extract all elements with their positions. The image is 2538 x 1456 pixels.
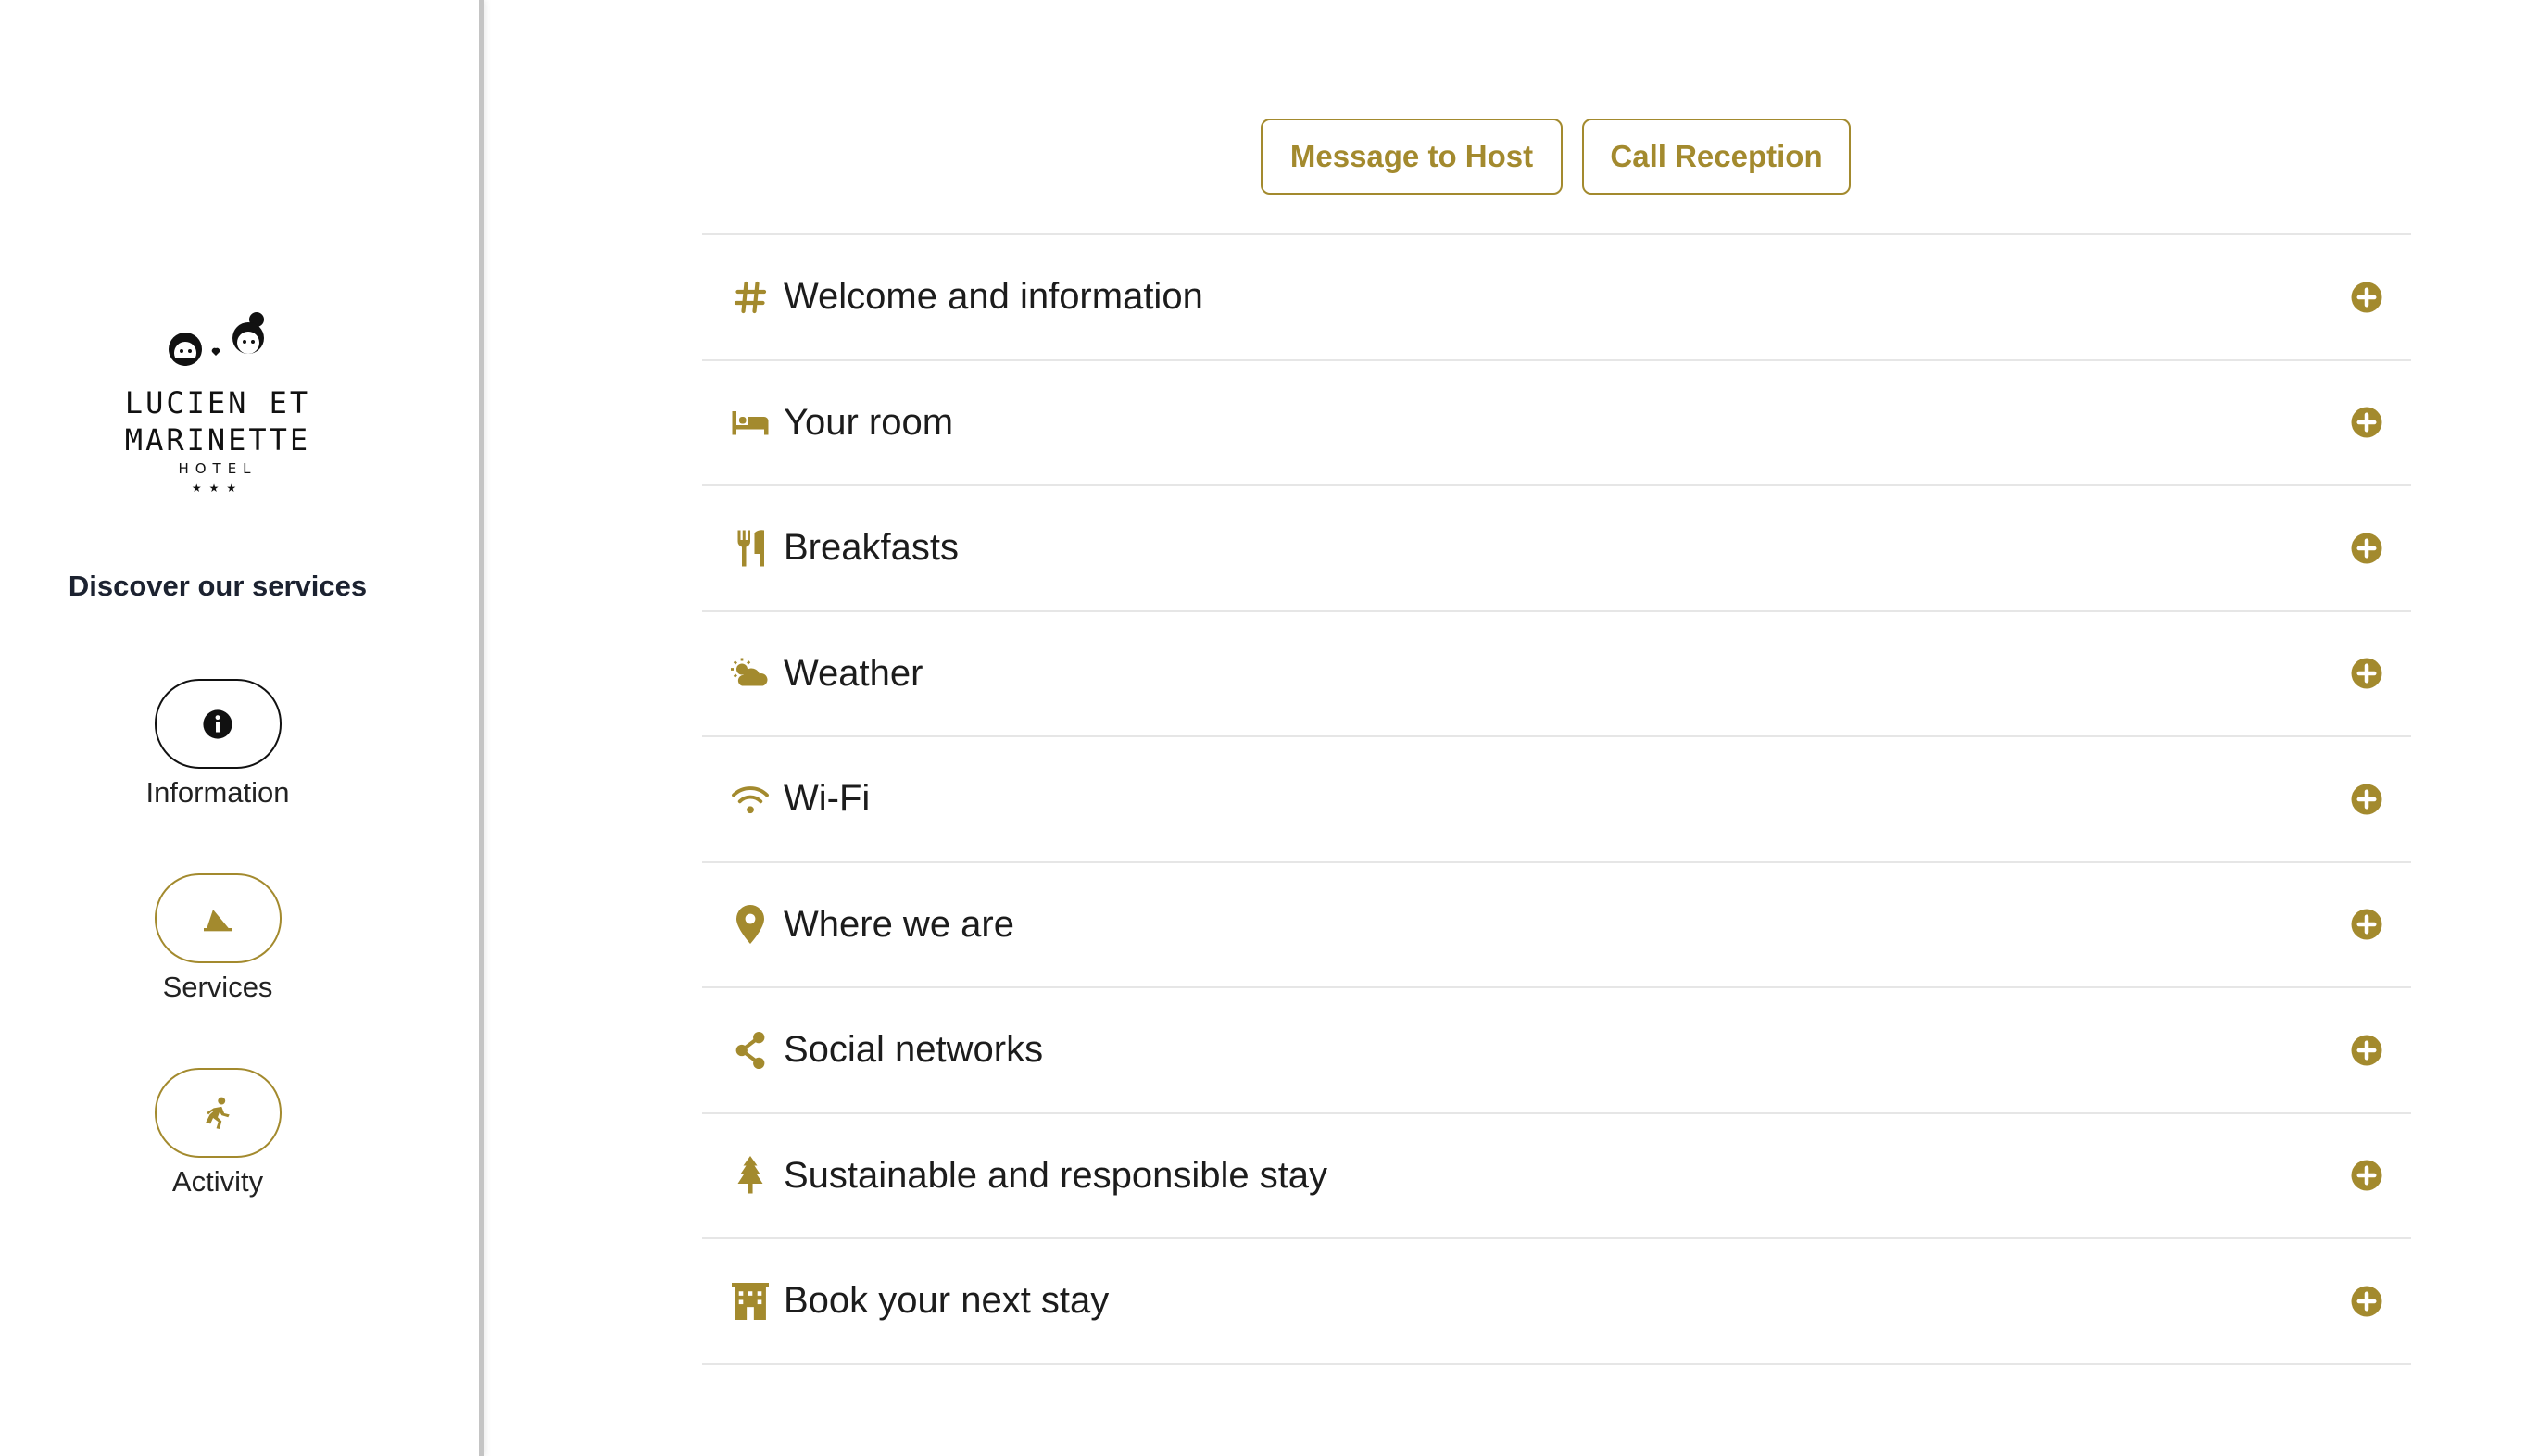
accordion-item-title: Book your next stay [784, 1280, 1110, 1322]
accordion-item-location[interactable]: Where we are [702, 863, 2411, 988]
cloud-sun-icon [730, 653, 771, 694]
plus-circle-icon[interactable] [2350, 1034, 2383, 1067]
accordion-item-wifi[interactable]: Wi-Fi [702, 737, 2411, 863]
information-pill[interactable] [154, 679, 282, 769]
activity-pill[interactable] [154, 1068, 282, 1158]
plus-circle-icon[interactable] [2350, 281, 2383, 314]
accordion-item-title: Breakfasts [784, 527, 959, 569]
accordion-item-welcome[interactable]: Welcome and information [702, 235, 2411, 361]
info-icon [203, 709, 232, 739]
accordion-item-title: Weather [784, 652, 923, 694]
map-pin-icon [730, 904, 771, 945]
plus-circle-icon[interactable] [2350, 406, 2383, 439]
hotel-logo: LUCIEN ET MARINETTE HOTEL ★★★ [56, 310, 380, 495]
running-person-icon [206, 1097, 230, 1129]
logo-subtitle: HOTEL [178, 460, 258, 477]
accordion-item-breakfasts[interactable]: Breakfasts [702, 486, 2411, 612]
plus-circle-icon[interactable] [2350, 1285, 2383, 1318]
bed-icon [730, 402, 771, 443]
hashtag-icon [730, 277, 771, 318]
sidebar-item-services[interactable]: Services [111, 873, 324, 1004]
accordion-item-title: Welcome and information [784, 276, 1203, 318]
plus-circle-icon[interactable] [2350, 783, 2383, 816]
plus-circle-icon[interactable] [2350, 532, 2383, 565]
plus-circle-icon[interactable] [2350, 1159, 2383, 1192]
accordion-item-book[interactable]: Book your next stay [702, 1239, 2411, 1365]
sidebar: LUCIEN ET MARINETTE HOTEL ★★★ Discover o… [0, 0, 484, 1456]
logo-stars: ★★★ [191, 482, 245, 495]
plus-circle-icon[interactable] [2350, 908, 2383, 941]
wifi-icon [730, 779, 771, 820]
sidebar-title: Discover our services [68, 570, 368, 602]
services-accordion: Welcome and information Your room Breakf… [702, 233, 2411, 1365]
accordion-item-sustainable[interactable]: Sustainable and responsible stay [702, 1114, 2411, 1239]
accordion-item-title: Your room [784, 401, 954, 443]
message-to-host-button[interactable]: Message to Host [1261, 119, 1563, 195]
hotel-building-icon [730, 1281, 771, 1322]
accordion-item-room[interactable]: Your room [702, 361, 2411, 486]
sidebar-item-label: Information [145, 776, 290, 809]
call-reception-button[interactable]: Call Reception [1582, 119, 1851, 195]
sidebar-item-label: Services [162, 971, 273, 1003]
sidebar-item-information[interactable]: Information [111, 679, 324, 810]
accordion-item-title: Wi-Fi [784, 778, 871, 820]
accordion-item-title: Sustainable and responsible stay [784, 1154, 1328, 1196]
logo-wordmark: LUCIEN ET MARINETTE [124, 385, 311, 458]
accordion-item-title: Social networks [784, 1029, 1044, 1071]
utensils-icon [730, 528, 771, 569]
accordion-item-social[interactable]: Social networks [702, 988, 2411, 1114]
plus-circle-icon[interactable] [2350, 657, 2383, 690]
logo-faces-icon [56, 310, 380, 377]
sidebar-item-activity[interactable]: Activity [111, 1068, 324, 1199]
app-root: LUCIEN ET MARINETTE HOTEL ★★★ Discover o… [0, 0, 2538, 1456]
services-pill[interactable] [154, 873, 282, 963]
action-bar: Message to Host Call Reception [0, 119, 2538, 195]
accordion-item-weather[interactable]: Weather [702, 612, 2411, 737]
tree-icon [730, 1155, 771, 1196]
sidebar-item-label: Activity [171, 1165, 264, 1198]
share-icon [730, 1030, 771, 1071]
bell-service-icon [204, 909, 232, 931]
accordion-item-title: Where we are [784, 903, 1014, 945]
